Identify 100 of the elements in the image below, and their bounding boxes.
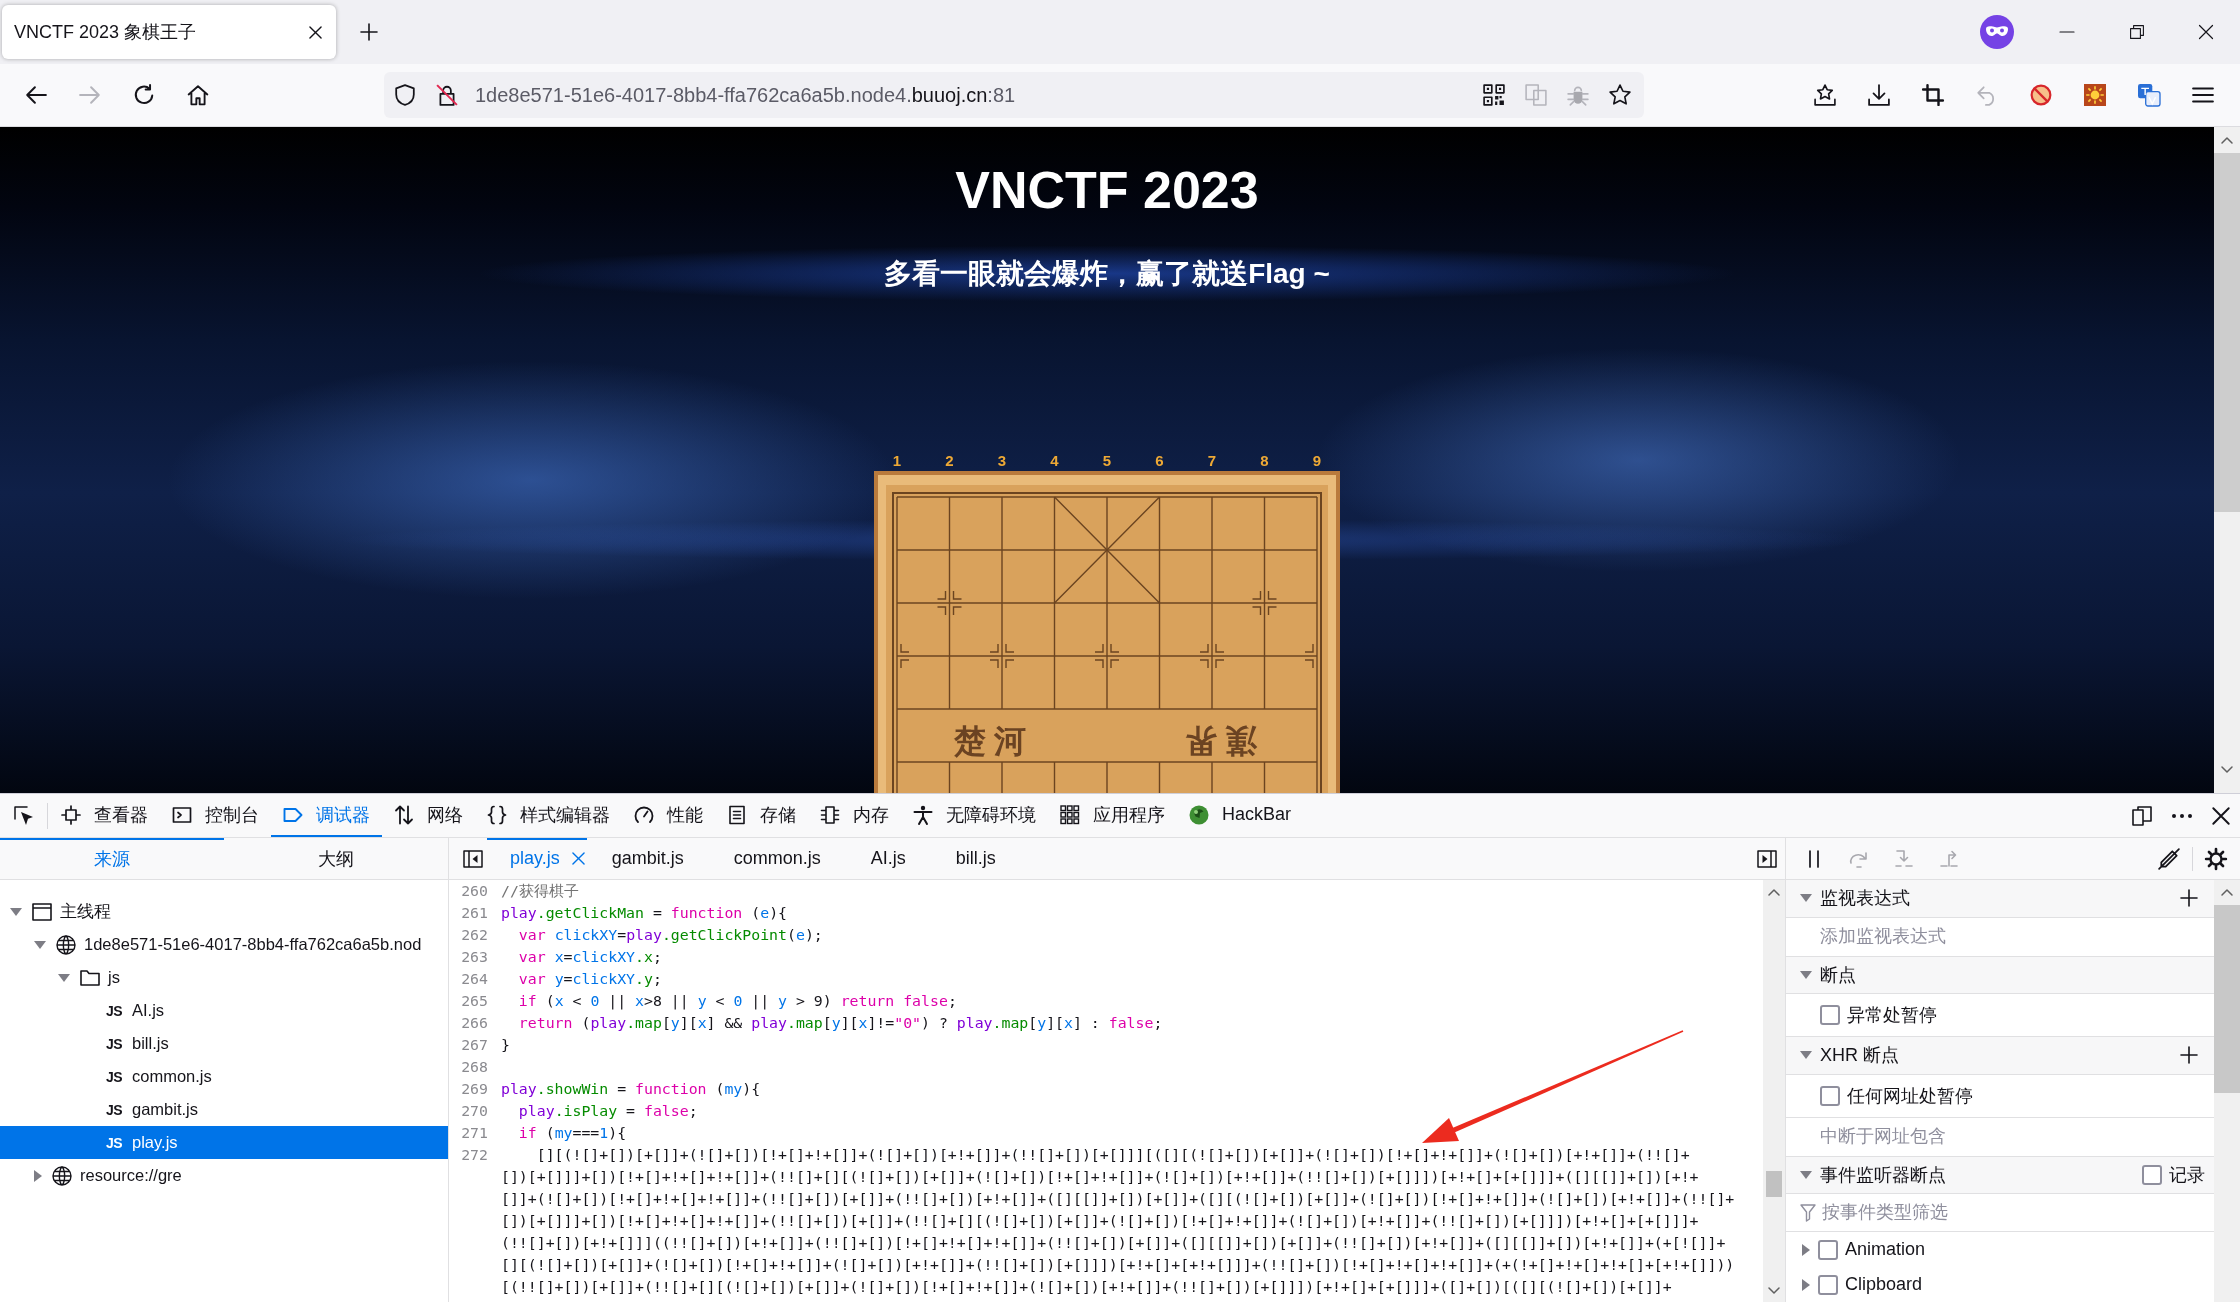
close-icon[interactable] — [2199, 25, 2213, 39]
text-input[interactable]: 添加监视表达式 — [1786, 917, 2214, 956]
home-icon[interactable] — [187, 84, 209, 106]
pane-tab[interactable]: 大纲 — [224, 838, 448, 879]
plus-icon[interactable] — [360, 23, 378, 41]
caret-down-icon[interactable] — [1800, 894, 1812, 903]
caret-right-icon[interactable] — [34, 1169, 42, 1182]
file-tab[interactable]: play.js — [487, 838, 587, 879]
caret-right-icon[interactable] — [1802, 1278, 1810, 1291]
line-number: 260 — [461, 882, 488, 900]
plus-icon[interactable] — [2180, 1046, 2198, 1065]
browser-tab[interactable]: VNCTF 2023 象棋王子 — [2, 5, 336, 59]
caret-down-icon[interactable] — [1800, 1051, 1812, 1060]
code-line: play.isPlay = false; — [517, 1102, 698, 1120]
chevron-up-icon[interactable] — [1768, 889, 1780, 896]
lock-slash-icon[interactable] — [436, 84, 458, 106]
checkbox[interactable] — [1820, 1085, 1840, 1106]
caret-down-icon[interactable] — [10, 907, 22, 916]
tool-tab[interactable]: 样式编辑器 — [475, 794, 622, 837]
gauge-icon — [634, 804, 654, 825]
tree-item[interactable]: resource://gre — [0, 1159, 448, 1192]
star-tray-icon[interactable] — [1814, 84, 1836, 106]
chevron-down-icon[interactable] — [2221, 766, 2233, 773]
tree-item[interactable]: JS gambit.js — [0, 1093, 448, 1126]
section-header[interactable]: 断点 — [1786, 956, 2214, 994]
settings-icon[interactable] — [2205, 847, 2227, 870]
tool-tab[interactable]: 存储 — [715, 794, 808, 837]
tree-item[interactable]: js — [0, 961, 448, 994]
mask-icon[interactable] — [1980, 15, 2014, 49]
section-header[interactable]: 事件监听器断点 记录 — [1786, 1156, 2214, 1194]
address-bar[interactable]: 1de8e571-51e6-4017-8bb4-ffa762ca6a5b.node4.buuoj.cn:81 — [384, 72, 1644, 118]
reload-icon[interactable] — [133, 84, 155, 106]
tool-tab[interactable]: 应用程序 — [1048, 794, 1177, 837]
pen-slash-icon[interactable] — [2158, 847, 2180, 870]
scroll-thumb[interactable] — [1766, 1171, 1782, 1197]
sun-square-icon[interactable] — [2084, 84, 2106, 106]
tree-item[interactable]: JS common.js — [0, 1060, 448, 1093]
up-down-arrows-icon — [394, 804, 414, 825]
caret-down-icon[interactable] — [1800, 1170, 1812, 1179]
tree-item[interactable]: 主线程 — [0, 895, 448, 928]
scroll-thumb[interactable] — [2214, 905, 2240, 1093]
file-type-label: JS — [105, 1068, 123, 1085]
close-icon[interactable] — [309, 25, 322, 39]
crop-icon[interactable] — [1922, 84, 1944, 106]
code-line: [(!![]+[])[+[]]+(!![]+[][(![]+[])[+[]]+(![]+[])[!+[]+!+[]]+(![]+[])[+!+[]]+(!![]+[])[+[]]])[+!+[]+[+[]]]+([]+[])[([][(![]+[])[+[]]+ — [501, 1278, 1672, 1296]
scrollbar[interactable] — [2214, 880, 2240, 1302]
restore-icon[interactable] — [2130, 25, 2144, 39]
download-icon[interactable] — [1868, 84, 1890, 106]
tool-tab[interactable]: 性能 — [622, 794, 715, 837]
tree-item[interactable]: JS bill.js — [0, 1027, 448, 1060]
shield-icon[interactable] — [394, 84, 416, 106]
star-icon[interactable] — [1609, 84, 1631, 106]
file-tab[interactable]: AI.js — [845, 838, 931, 879]
filter-input[interactable]: 按事件类型筛选 — [1816, 1194, 2214, 1231]
file-tab[interactable]: bill.js — [930, 838, 1021, 879]
more-icon[interactable] — [2172, 813, 2192, 818]
devices-icon[interactable] — [2132, 805, 2152, 826]
scroll-thumb[interactable] — [2214, 153, 2240, 512]
back-arrow-icon[interactable] — [25, 84, 47, 106]
checkbox[interactable] — [1820, 1005, 1840, 1025]
cursor-box-icon[interactable] — [14, 805, 34, 826]
chessboard[interactable] — [874, 471, 1340, 793]
file-tab[interactable]: gambit.js — [586, 838, 709, 879]
tool-tab[interactable]: 控制台 — [160, 794, 271, 837]
line-number: 261 — [461, 904, 488, 922]
tool-tab[interactable]: 内存 — [808, 794, 901, 837]
caret-down-icon[interactable] — [58, 973, 70, 982]
text-input[interactable]: 中断于网址包含 — [1786, 1117, 2214, 1156]
chevron-up-icon[interactable] — [2221, 137, 2233, 144]
qr-code-icon[interactable] — [1483, 84, 1505, 106]
panel-toggle-icon[interactable] — [1757, 849, 1777, 868]
tree-item[interactable]: JS play.js — [0, 1126, 448, 1159]
plus-icon[interactable] — [2180, 889, 2198, 908]
globe-icon — [56, 934, 76, 955]
close-icon[interactable] — [2212, 806, 2230, 825]
pane-tab[interactable]: 来源 — [0, 838, 224, 879]
tool-tab[interactable]: HackBar — [1177, 794, 1304, 837]
file-tab[interactable]: common.js — [708, 838, 846, 879]
section-header[interactable]: XHR 断点 — [1786, 1037, 2214, 1075]
checkbox[interactable] — [1818, 1274, 1838, 1295]
caret-down-icon[interactable] — [34, 940, 46, 949]
line-number: 265 — [461, 992, 488, 1010]
tool-tab[interactable]: 网络 — [382, 794, 475, 837]
caret-down-icon[interactable] — [1800, 970, 1812, 979]
checkbox[interactable] — [2142, 1164, 2162, 1185]
tool-tab[interactable]: 无障碍环境 — [901, 794, 1048, 837]
checkbox[interactable] — [1818, 1239, 1838, 1260]
chevron-up-icon[interactable] — [2221, 889, 2233, 896]
tool-tab[interactable]: 查看器 — [49, 794, 160, 837]
menu-icon[interactable] — [2192, 84, 2214, 106]
tree-item[interactable]: 1de8e571-51e6-4017-8bb4-ffa762ca6a5b.nod — [0, 928, 448, 961]
prohibited-sign-icon[interactable] — [2030, 84, 2052, 106]
chevron-down-icon[interactable] — [1768, 1287, 1780, 1294]
section-header[interactable]: 监视表达式 — [1786, 880, 2214, 918]
scrollbar[interactable] — [1763, 880, 1785, 1302]
scrollbar[interactable] — [2214, 127, 2240, 793]
tree-item[interactable]: JS AI.js — [0, 994, 448, 1027]
caret-right-icon[interactable] — [1802, 1243, 1810, 1256]
overlapping-squares-icon[interactable] — [2138, 84, 2160, 106]
panel-toggle-icon[interactable] — [463, 849, 483, 868]
